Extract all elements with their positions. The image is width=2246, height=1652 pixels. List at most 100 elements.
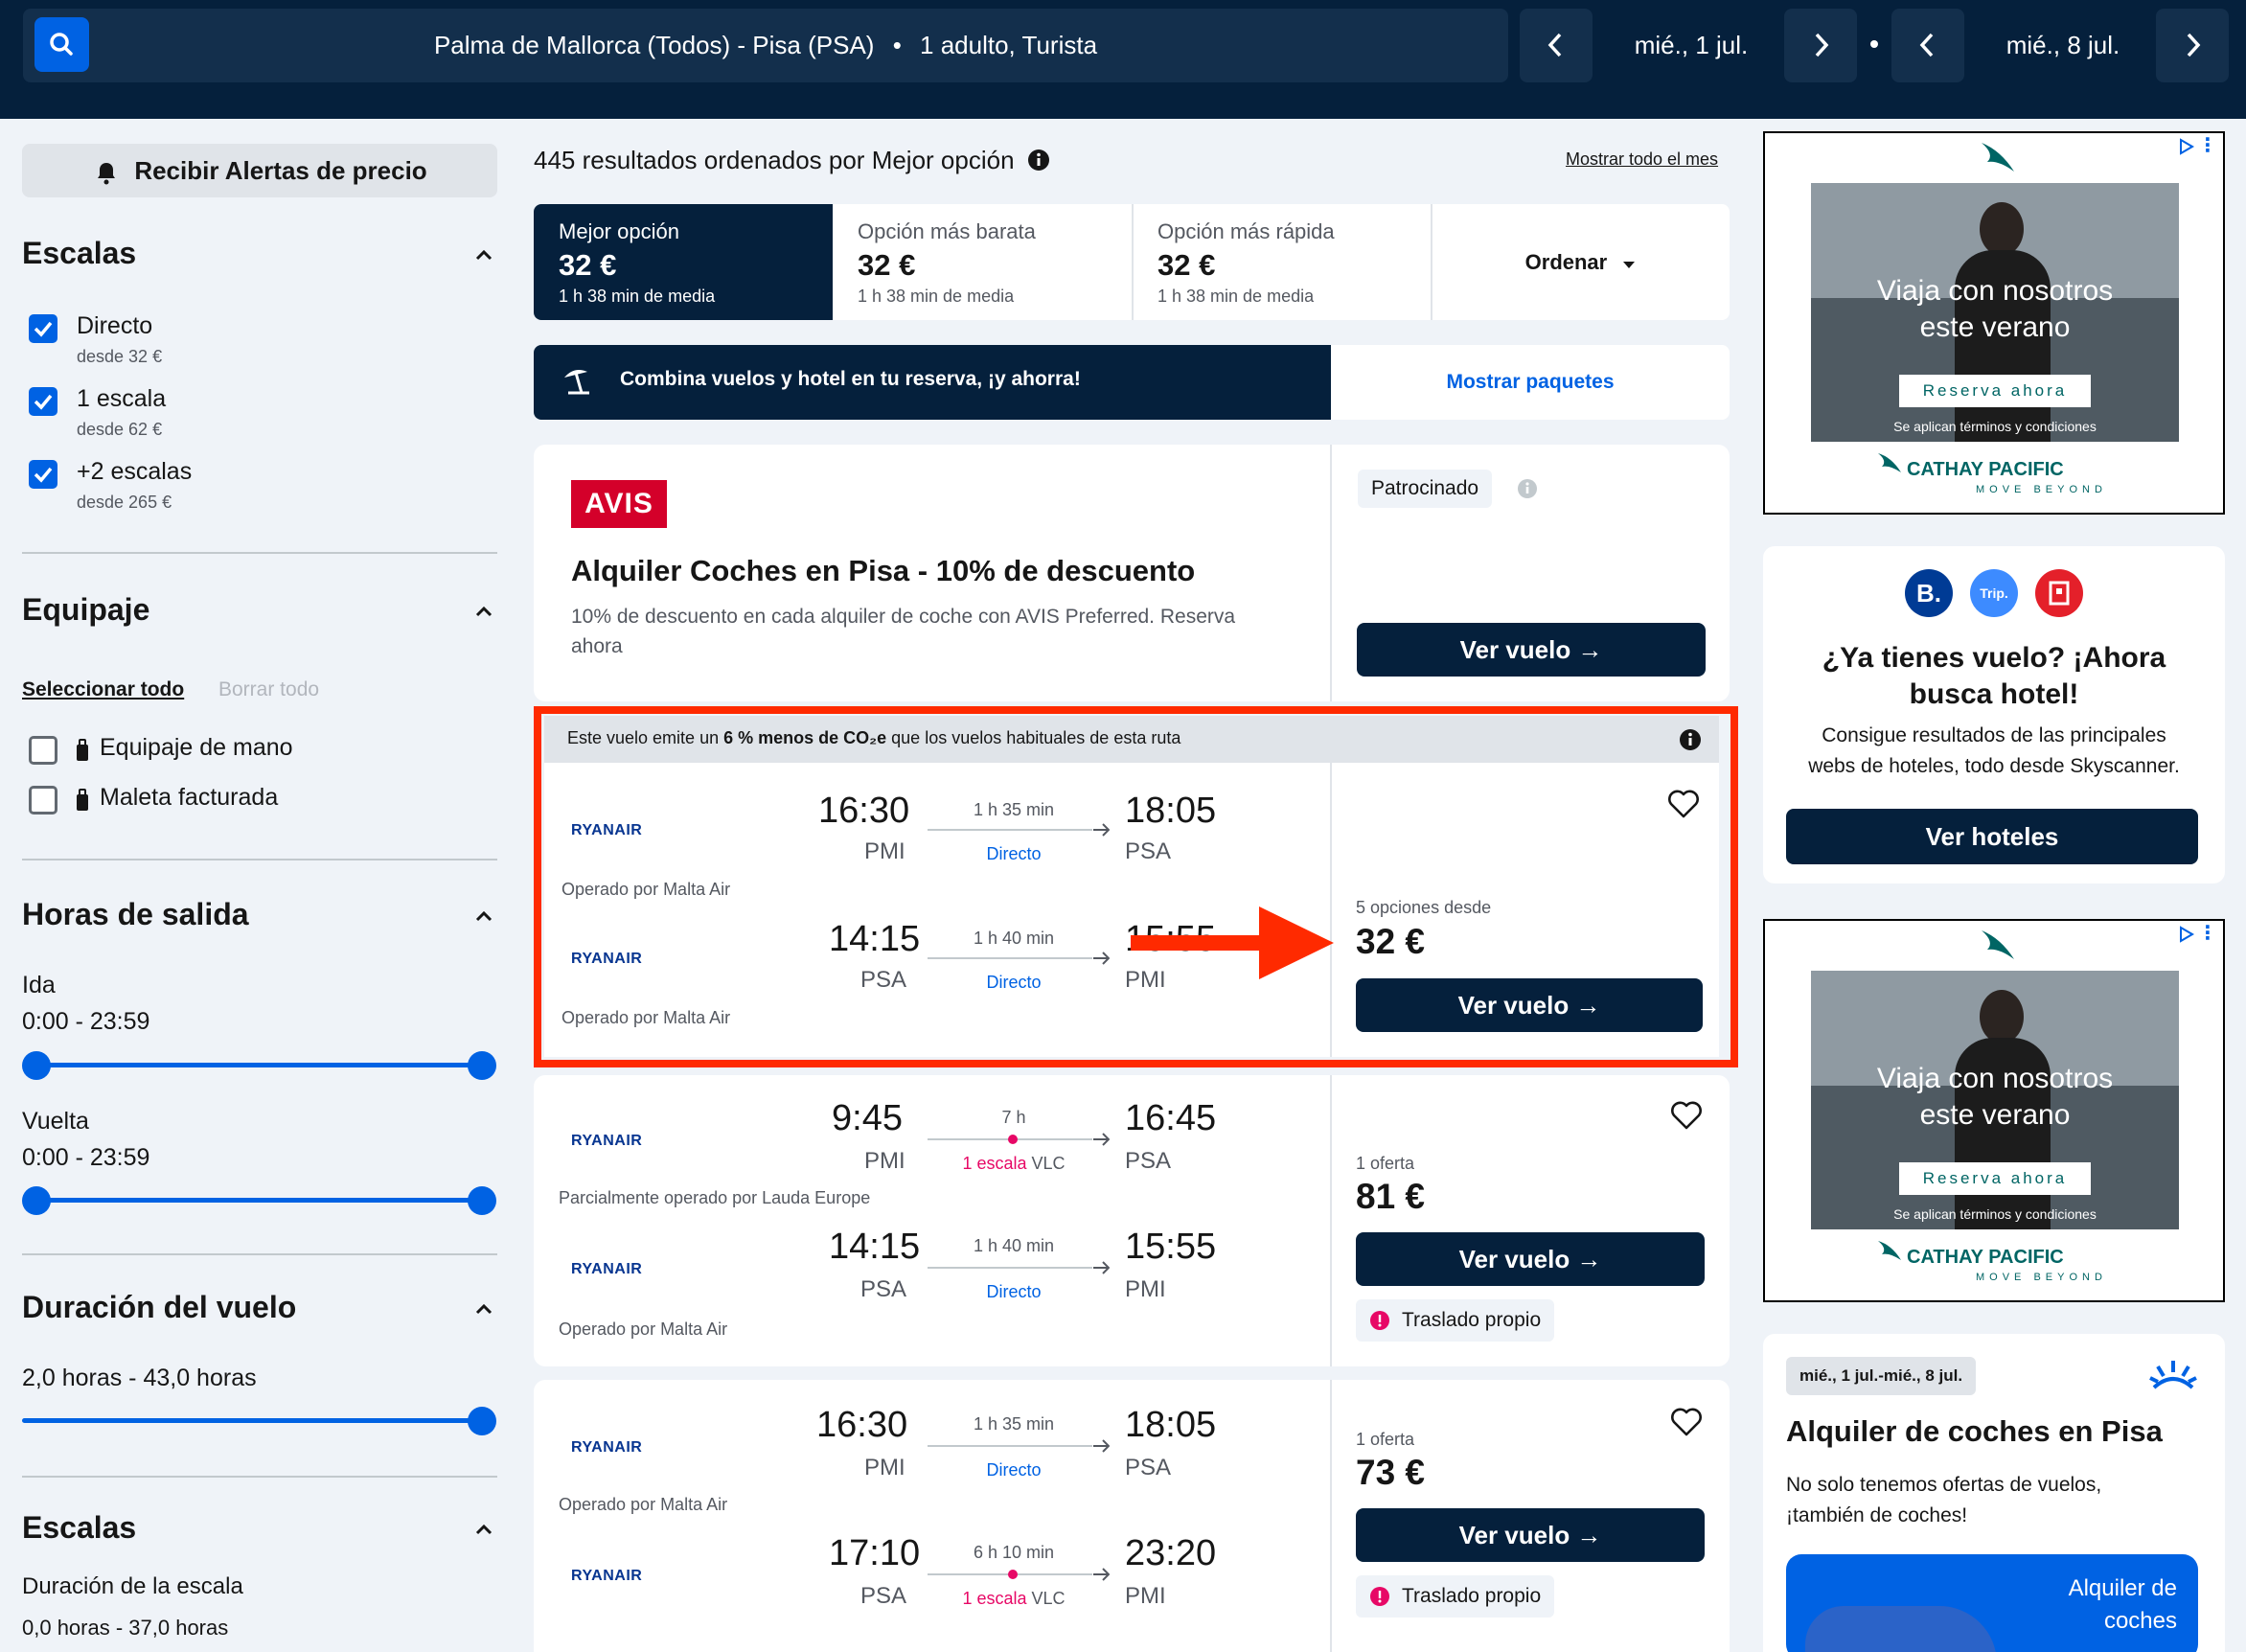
layover-range: 0,0 horas - 37,0 horas [22, 1616, 229, 1640]
outbound-slider-track[interactable] [36, 1063, 482, 1067]
select-all-link[interactable]: Seleccionar todo [22, 678, 184, 701]
next-depart-date-button[interactable] [1784, 9, 1857, 82]
outbound-label: Ida [22, 972, 56, 998]
checkbox-checked[interactable] [29, 387, 57, 416]
ad-menu-icon[interactable]: ⋮ [2198, 921, 2217, 945]
tab-title: Opción más barata [858, 219, 1036, 243]
heart-icon[interactable] [1670, 1100, 1703, 1131]
highlight-box [534, 706, 1738, 1067]
car-banner-line1: Alquiler de [2068, 1575, 2177, 1601]
heart-icon[interactable] [1670, 1407, 1703, 1437]
chevron-left-icon [1547, 33, 1562, 57]
slider-handle-max[interactable] [468, 1407, 496, 1435]
baggage-title: Equipaje [22, 592, 150, 627]
clear-all-link[interactable]: Borrar todo [218, 678, 319, 701]
suitcase-icon [77, 789, 88, 811]
checkbox-unchecked[interactable] [29, 736, 57, 765]
chevron-up-icon[interactable] [474, 602, 493, 621]
ad-headline-line2: este verano [1919, 1099, 2071, 1131]
chevron-up-icon[interactable] [474, 1299, 493, 1319]
sponsored-badge: Patrocinado [1358, 470, 1493, 508]
bell-icon [98, 163, 116, 185]
filters-sidebar: Recibir Alertas de precio Escalas Direct… [0, 119, 517, 1652]
layover-title: Escalas [22, 1510, 137, 1545]
slider-handle-max[interactable] [468, 1051, 496, 1080]
origin-code: PMI [864, 1455, 905, 1480]
show-month-link[interactable]: Mostrar todo el mes [1566, 149, 1718, 170]
info-icon[interactable] [1027, 149, 1050, 172]
arrival-time: 15:55 [1125, 1227, 1217, 1267]
ad-cta-button[interactable]: Reserva ahora [1899, 375, 2091, 407]
chevron-up-icon[interactable] [474, 1520, 493, 1539]
airline-logo-ryanair: RYANAIR [571, 1133, 643, 1149]
adchoices-icon[interactable] [2177, 925, 2196, 944]
car-dates-badge: mié., 1 jul.-mié., 8 jul. [1786, 1357, 1977, 1395]
checkbox-checked[interactable] [29, 460, 57, 489]
search-summary-bar[interactable]: Palma de Mallorca (Todos) - Pisa (PSA) •… [23, 9, 1508, 82]
ad-menu-icon[interactable]: ⋮ [2198, 133, 2217, 157]
origin-code: PSA [860, 1276, 907, 1302]
sponsored-desc-line1: 10% de descuento en cada alquiler de coc… [571, 606, 1236, 628]
flight-card[interactable]: RYANAIR 16:30 PMI 1 h 35 min Directo 18:… [534, 1380, 1730, 1652]
checkbox-checked[interactable] [29, 314, 57, 343]
price-alert-button[interactable]: Recibir Alertas de precio [22, 144, 497, 197]
tab-fastest[interactable]: Opción más rápida 32 € 1 h 38 min de med… [1133, 204, 1432, 320]
next-return-date-button[interactable] [2156, 9, 2229, 82]
origin-code: PSA [860, 1583, 907, 1609]
adchoices-icon[interactable] [2177, 137, 2196, 156]
prev-return-date-button[interactable] [1891, 9, 1964, 82]
return-slider-track[interactable] [36, 1198, 482, 1203]
ad-headline-line2: este verano [1919, 311, 2071, 343]
flight-duration: 1 h 40 min [973, 1236, 1055, 1255]
chevron-right-icon [2187, 33, 2201, 57]
view-flight-button[interactable]: Ver vuelo → [1356, 1232, 1705, 1286]
checkbox-unchecked[interactable] [29, 786, 57, 815]
results-count: 445 resultados ordenados por Mejor opció… [534, 146, 1050, 175]
view-flight-button[interactable]: Ver vuelo → [1357, 623, 1706, 677]
car-title: Alquiler de coches en Pisa [1786, 1414, 2163, 1448]
package-text: Combina vuelos y hotel en tu reserva, ¡y… [620, 368, 1081, 390]
stopover-dot [1008, 1570, 1018, 1579]
duration-slider-track[interactable] [22, 1418, 482, 1423]
cabin-bag-icon [77, 739, 88, 761]
return-date[interactable]: mié., 8 jul. [1972, 9, 2154, 82]
prev-depart-date-button[interactable] [1520, 9, 1593, 82]
divider [1330, 445, 1332, 701]
divider [1330, 1075, 1332, 1366]
tab-cheapest[interactable]: Opción más barata 32 € 1 h 38 min de med… [833, 204, 1132, 320]
duration-range: 2,0 horas - 43,0 horas [22, 1365, 257, 1391]
flight-card[interactable]: RYANAIR 9:45 PMI 7 h 1 escala VLC 16:45 … [534, 1075, 1730, 1366]
photo-person-head [1980, 202, 2024, 256]
outbound-range: 0:00 - 23:59 [22, 1008, 150, 1035]
sponsored-title: Alquiler Coches en Pisa - 10% de descuen… [571, 554, 1196, 587]
view-hotels-button[interactable]: Ver hoteles [1786, 809, 2198, 864]
flight-duration: 6 h 10 min [973, 1543, 1055, 1562]
stops-count: 1 escala [962, 1589, 1027, 1608]
route-text: Palma de Mallorca (Todos) - Pisa (PSA) [433, 31, 875, 59]
duration-title: Duración del vuelo [22, 1290, 297, 1324]
depart-date[interactable]: mié., 1 jul. [1600, 9, 1782, 82]
cathay-ad[interactable]: ⋮ Viaja con nosotros este verano Reserva… [1763, 131, 2225, 515]
info-icon[interactable] [1517, 478, 1538, 499]
slider-handle-min[interactable] [22, 1186, 51, 1215]
hotel-title-line1: ¿Ya tienes vuelo? ¡Ahora [1822, 642, 2166, 674]
slider-handle-max[interactable] [468, 1186, 496, 1215]
tab-best[interactable]: Mejor opción 32 € 1 h 38 min de media [534, 204, 833, 320]
chevron-right-icon [1815, 33, 1829, 57]
tab-title: Opción más rápida [1157, 219, 1335, 243]
trip-logo: Trip. [1970, 569, 2018, 617]
plane-icon [1093, 1439, 1110, 1453]
cathay-ad[interactable]: ⋮ Viaja con nosotros este verano Reserva… [1763, 919, 2225, 1302]
view-flight-button[interactable]: Ver vuelo → [1356, 1508, 1705, 1562]
self-transfer-badge: Traslado propio [1356, 1575, 1555, 1618]
self-transfer-label: Traslado propio [1402, 1309, 1542, 1331]
slider-handle-min[interactable] [22, 1051, 51, 1080]
chevron-up-icon[interactable] [474, 245, 493, 264]
divider [22, 859, 497, 860]
chevron-up-icon[interactable] [474, 906, 493, 926]
car-rental-banner[interactable]: Alquiler de coches [1786, 1554, 2198, 1652]
ad-cta-button[interactable]: Reserva ahora [1899, 1162, 2091, 1195]
show-packages-link[interactable]: Mostrar paquetes [1331, 345, 1730, 420]
ad-headline-line1: Viaja con nosotros [1876, 275, 2114, 307]
sort-dropdown[interactable]: Ordenar [1432, 204, 1730, 320]
